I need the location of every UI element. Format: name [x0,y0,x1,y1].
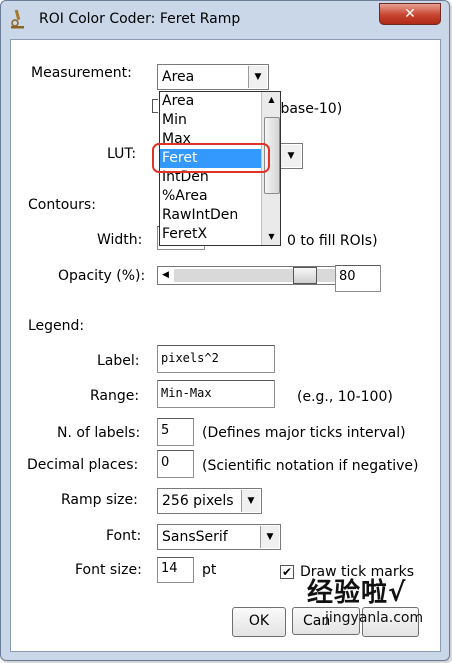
range-field[interactable]: Min-Max [157,380,275,408]
dropdown-item[interactable]: %Area [160,187,264,206]
ramp-size-value: 256 pixels [162,493,234,509]
nlabels-hint: (Defines major ticks interval) [202,425,406,441]
chevron-down-icon: ▼ [281,145,301,167]
tick-marks-checkbox[interactable]: ✔ [280,565,294,579]
decimal-field[interactable]: 0 [157,450,194,478]
microscope-icon [11,9,24,29]
ok-button[interactable]: OK [232,607,286,637]
range-hint: (e.g., 10-100) [297,389,393,405]
dropdown-item[interactable]: RawIntDen [160,206,264,225]
scroll-down-icon[interactable]: ▼ [262,229,280,245]
highlight-ring [152,143,270,173]
ramp-size-label: Ramp size: [61,492,138,508]
slider-thumb[interactable] [293,267,317,284]
chevron-down-icon: ▼ [241,490,260,512]
decimal-hint: (Scientific notation if negative) [202,458,419,474]
label-label: Label: [97,353,140,369]
log-scale-checkbox[interactable] [152,99,158,113]
lut-label: LUT: [107,146,137,162]
window-title: ROI Color Coder: Feret Ramp [39,11,241,27]
width-label: Width: [97,232,143,248]
watermark-url: jingyanla.com [325,610,424,626]
decimal-label: Decimal places: [27,457,139,473]
scroll-up-icon[interactable]: ▲ [262,92,280,108]
font-value: SansSerif [162,529,228,545]
watermark: 经验啦√ jingyanla.com [305,568,445,658]
opacity-label: Opacity (%): [58,268,146,284]
watermark-logo: 经验啦√ [307,578,407,608]
measurement-select[interactable]: Area ▼ [157,64,269,90]
log-scale-hint: (base-10) [275,101,343,117]
measurement-label: Measurement: [31,65,132,81]
font-size-label: Font size: [75,562,142,578]
opacity-slider[interactable]: ◀ ▶ [157,266,355,285]
measurement-value: Area [162,69,195,85]
slider-left-arrow-icon[interactable]: ◀ [158,267,173,284]
dropdown-item[interactable]: Min [160,111,264,130]
chevron-down-icon: ▼ [260,526,279,548]
font-size-unit: pt [202,562,217,578]
opacity-field[interactable]: 80 [335,265,381,292]
ramp-size-select[interactable]: 256 pixels ▼ [157,488,262,514]
dropdown-item[interactable]: FeretX [160,225,264,244]
title-bar[interactable]: ROI Color Coder: Feret Ramp ✕ [1,1,449,37]
legend-label-field[interactable]: pixels^2 [157,345,275,373]
legend-heading: Legend: [28,318,85,334]
width-hint: 0 to fill ROIs) [287,233,378,249]
dialog-window: ROI Color Coder: Feret Ramp ✕ Measuremen… [0,0,450,661]
font-size-field[interactable]: 14 [157,557,194,583]
close-button[interactable]: ✕ [379,3,441,25]
close-icon: ✕ [404,6,416,22]
dialog-body: Measurement: Area ▼ (base-10) LUT: ▼ Con… [10,39,441,652]
nlabels-label: N. of labels: [57,425,141,441]
font-select[interactable]: SansSerif ▼ [157,524,281,550]
nlabels-field[interactable]: 5 [157,418,194,446]
font-label: Font: [106,528,142,544]
chevron-down-icon: ▼ [248,66,267,88]
dropdown-item[interactable]: Area [160,92,264,111]
range-label: Range: [90,388,140,404]
contours-heading: Contours: [28,197,96,213]
